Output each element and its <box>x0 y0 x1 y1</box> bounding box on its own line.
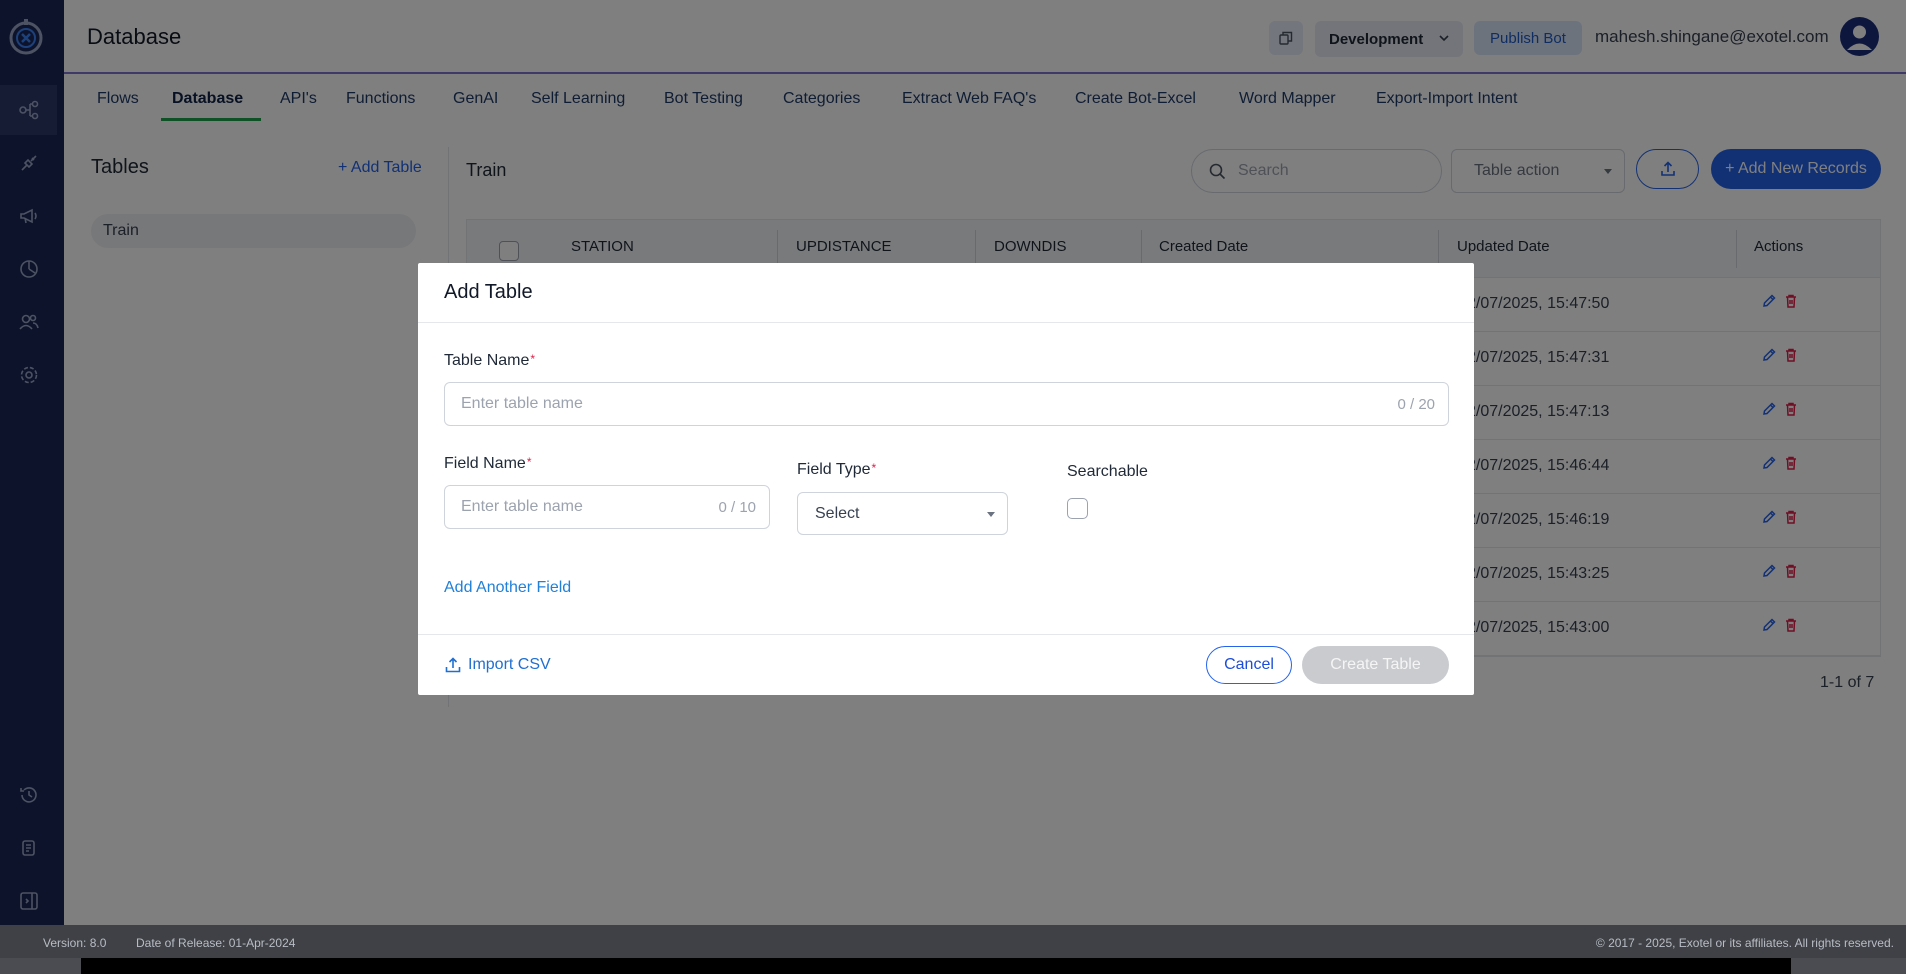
modal-title: Add Table <box>444 281 533 303</box>
import-csv-label: Import CSV <box>468 656 551 673</box>
searchable-checkbox[interactable] <box>1067 498 1088 519</box>
table-name-placeholder: Enter table name <box>461 395 583 412</box>
footer: Version: 8.0 Date of Release: 01-Apr-202… <box>0 925 1906 958</box>
upload-icon <box>445 657 461 673</box>
copyright-text: © 2017 - 2025, Exotel or its affiliates.… <box>1595 936 1894 950</box>
table-name-input[interactable]: Enter table name 0 / 20 <box>444 382 1449 426</box>
field-name-input[interactable]: Enter table name 0 / 10 <box>444 485 770 529</box>
version-text: Version: 8.0 <box>43 936 107 950</box>
import-csv-link[interactable]: Import CSV <box>444 656 551 674</box>
field-name-counter: 0 / 10 <box>718 499 756 516</box>
cancel-button[interactable]: Cancel <box>1206 646 1292 684</box>
field-type-value: Select <box>815 504 860 522</box>
release-date-text: Date of Release: 01-Apr-2024 <box>136 936 296 950</box>
create-table-button[interactable]: Create Table <box>1302 646 1449 684</box>
field-type-select[interactable]: Select <box>797 492 1008 535</box>
add-table-modal: Add Table Table Name* Enter table name 0… <box>418 263 1474 695</box>
caret-down-icon <box>987 512 995 517</box>
field-type-label: Field Type* <box>797 461 877 478</box>
modal-header: Add Table <box>418 263 1474 323</box>
searchable-label: Searchable <box>1067 463 1148 480</box>
modal-footer: Import CSV Cancel Create Table <box>418 634 1474 695</box>
field-name-label: Field Name* <box>444 455 532 472</box>
table-name-label: Table Name* <box>444 352 536 369</box>
field-name-placeholder: Enter table name <box>461 498 583 515</box>
table-name-counter: 0 / 20 <box>1397 396 1435 413</box>
bottom-strip <box>0 958 1906 974</box>
add-another-field-link[interactable]: Add Another Field <box>444 579 571 597</box>
